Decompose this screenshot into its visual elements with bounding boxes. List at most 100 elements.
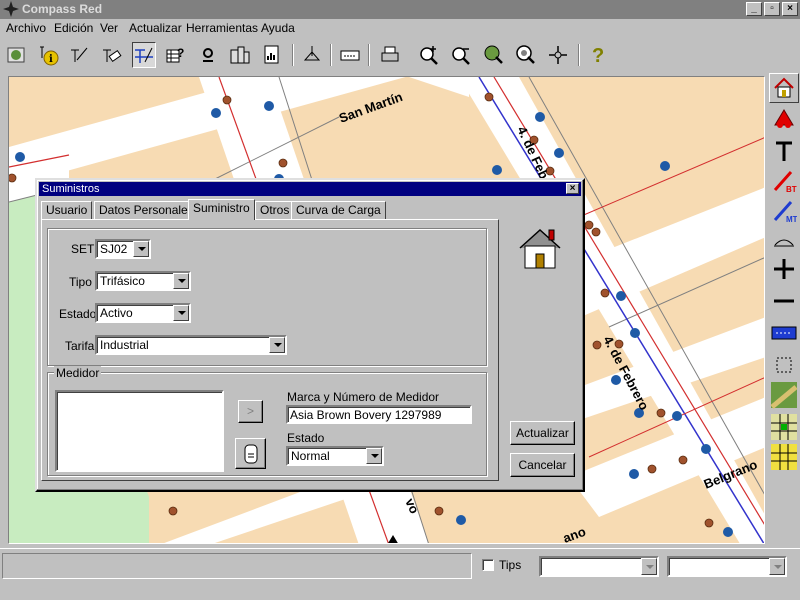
tipo-label: Tipo	[69, 275, 92, 289]
menu-archivo[interactable]: Archivo	[6, 21, 46, 35]
report-icon[interactable]	[260, 42, 284, 68]
grid-tool-icon[interactable]	[769, 412, 799, 442]
substation-tool-icon[interactable]	[769, 104, 799, 134]
main-toolbar: i ? ?	[0, 40, 800, 72]
svg-text:BT: BT	[786, 185, 797, 194]
menu-edicion[interactable]: Edición	[54, 21, 93, 35]
blue-bar-tool-icon[interactable]	[769, 318, 799, 348]
svg-text:i: i	[49, 54, 53, 65]
layer-select[interactable]	[539, 556, 659, 577]
medidor-estado-label: Estado	[287, 431, 325, 445]
eraser-icon[interactable]	[100, 42, 124, 68]
query-table-icon[interactable]: ?	[164, 42, 188, 68]
menubar: Archivo Edición Ver Actualizar Herramien…	[0, 19, 800, 38]
dialog-close-icon[interactable]: ×	[566, 183, 579, 194]
suministros-dialog: Suministros × Usuario Datos Personales S…	[35, 178, 585, 492]
help-icon[interactable]: ?	[586, 42, 610, 68]
menu-ayuda[interactable]: Ayuda	[261, 21, 295, 35]
tab-datos-personales[interactable]: Datos Personales	[94, 201, 199, 219]
globe-icon[interactable]	[4, 42, 28, 68]
chevron-down-icon[interactable]	[641, 558, 657, 575]
label-icon[interactable]	[338, 42, 362, 68]
medidor-group-label: Medidor	[54, 366, 102, 380]
printer-icon[interactable]	[378, 42, 402, 68]
select-box-tool-icon[interactable]	[769, 350, 799, 380]
chevron-down-icon[interactable]	[173, 305, 189, 321]
dialog-titlebar: Suministros ×	[39, 182, 581, 196]
toolbar-separator	[292, 44, 294, 66]
tab-otros[interactable]: Otros	[255, 201, 295, 219]
tipo-select[interactable]: Trifásico	[95, 271, 191, 291]
chevron-down-icon[interactable]	[173, 273, 189, 289]
menu-ver[interactable]: Ver	[100, 21, 118, 35]
medidor-estado-select[interactable]: Normal	[286, 446, 384, 466]
window-title: Compass Red	[22, 2, 103, 16]
measure-icon[interactable]	[300, 42, 324, 68]
estado-label: Estado	[59, 307, 97, 321]
tab-curva-de-carga[interactable]: Curva de Carga	[291, 201, 386, 219]
road-tool-icon[interactable]	[769, 380, 799, 410]
dialog-title: Suministros	[42, 183, 100, 195]
set-select[interactable]: SJ02	[95, 239, 151, 259]
tips-checkbox[interactable]	[482, 559, 494, 571]
pole-tool-icon[interactable]	[769, 136, 799, 166]
info-icon[interactable]: i	[36, 42, 60, 68]
chevron-down-icon[interactable]	[769, 558, 785, 575]
chevron-down-icon[interactable]	[366, 448, 382, 464]
mt-line-tool-icon[interactable]: MT	[769, 196, 799, 226]
zoom-out-icon[interactable]	[450, 42, 474, 68]
svg-text:MT: MT	[786, 215, 797, 224]
street-top	[409, 77, 469, 97]
street-label-ano: ano	[561, 524, 588, 544]
street-label-san-martin: San Martín	[337, 89, 405, 126]
minimize-button[interactable]: _	[746, 2, 762, 16]
cross-tool-icon[interactable]	[769, 254, 799, 284]
svg-text:?: ?	[592, 45, 604, 66]
toolbar-separator	[368, 44, 370, 66]
statusbar: Tips	[0, 548, 800, 582]
chevron-down-icon[interactable]	[133, 241, 149, 257]
zoom-window-icon[interactable]	[514, 42, 538, 68]
line-tool-icon[interactable]	[769, 286, 799, 316]
draw-line-icon[interactable]	[68, 42, 92, 68]
house-tool-icon[interactable]	[769, 73, 799, 103]
chevron-right-icon: >	[246, 404, 254, 418]
house-icon	[519, 228, 561, 269]
cancelar-button[interactable]: Cancelar	[510, 453, 575, 477]
bt-line-tool-icon[interactable]: BT	[769, 166, 799, 196]
zoom-in-icon[interactable]	[418, 42, 442, 68]
zoom-extent-icon[interactable]	[482, 42, 506, 68]
meter-icon	[244, 444, 257, 464]
restore-button[interactable]: ▫	[764, 2, 780, 16]
actualizar-button[interactable]: Actualizar	[510, 421, 575, 445]
add-medidor-button[interactable]: >	[238, 400, 263, 423]
close-button[interactable]: ×	[782, 2, 798, 16]
tips-label: Tips	[499, 558, 522, 572]
tab-usuario[interactable]: Usuario	[41, 201, 93, 219]
buildings-icon[interactable]	[228, 42, 252, 68]
compass-icon	[3, 1, 19, 17]
pan-icon[interactable]	[546, 42, 570, 68]
estado-select[interactable]: Activo	[95, 303, 191, 323]
toolbar-separator	[578, 44, 580, 66]
table-tool-icon[interactable]	[769, 442, 799, 472]
toolbar-separator	[330, 44, 332, 66]
marca-field[interactable]: Asia Brown Bovery 1297989	[286, 405, 472, 424]
menu-herramientas[interactable]: Herramientas	[186, 21, 258, 35]
menu-actualizar[interactable]: Actualizar	[129, 21, 182, 35]
set-label: SET	[71, 242, 95, 256]
svg-text:?: ?	[177, 46, 184, 60]
chevron-down-icon[interactable]	[269, 337, 285, 353]
edit-network-icon[interactable]	[132, 42, 156, 68]
transformer-icon[interactable]	[196, 42, 220, 68]
medidor-list[interactable]	[55, 390, 224, 472]
tarifa-select[interactable]: Industrial	[95, 335, 287, 355]
status-message-pane	[2, 553, 472, 579]
marca-label: Marca y Número de Medidor	[287, 390, 440, 404]
scale-select[interactable]	[667, 556, 787, 577]
window-titlebar: Compass Red _ ▫ ×	[0, 0, 800, 19]
suministro-tab-panel: SET SJ02 Tipo Trifásico Estado Activo Ta…	[41, 219, 499, 481]
tab-suministro[interactable]: Suministro	[188, 199, 255, 220]
tarifa-label: Tarifa	[65, 339, 95, 353]
meter-button[interactable]	[235, 438, 266, 469]
